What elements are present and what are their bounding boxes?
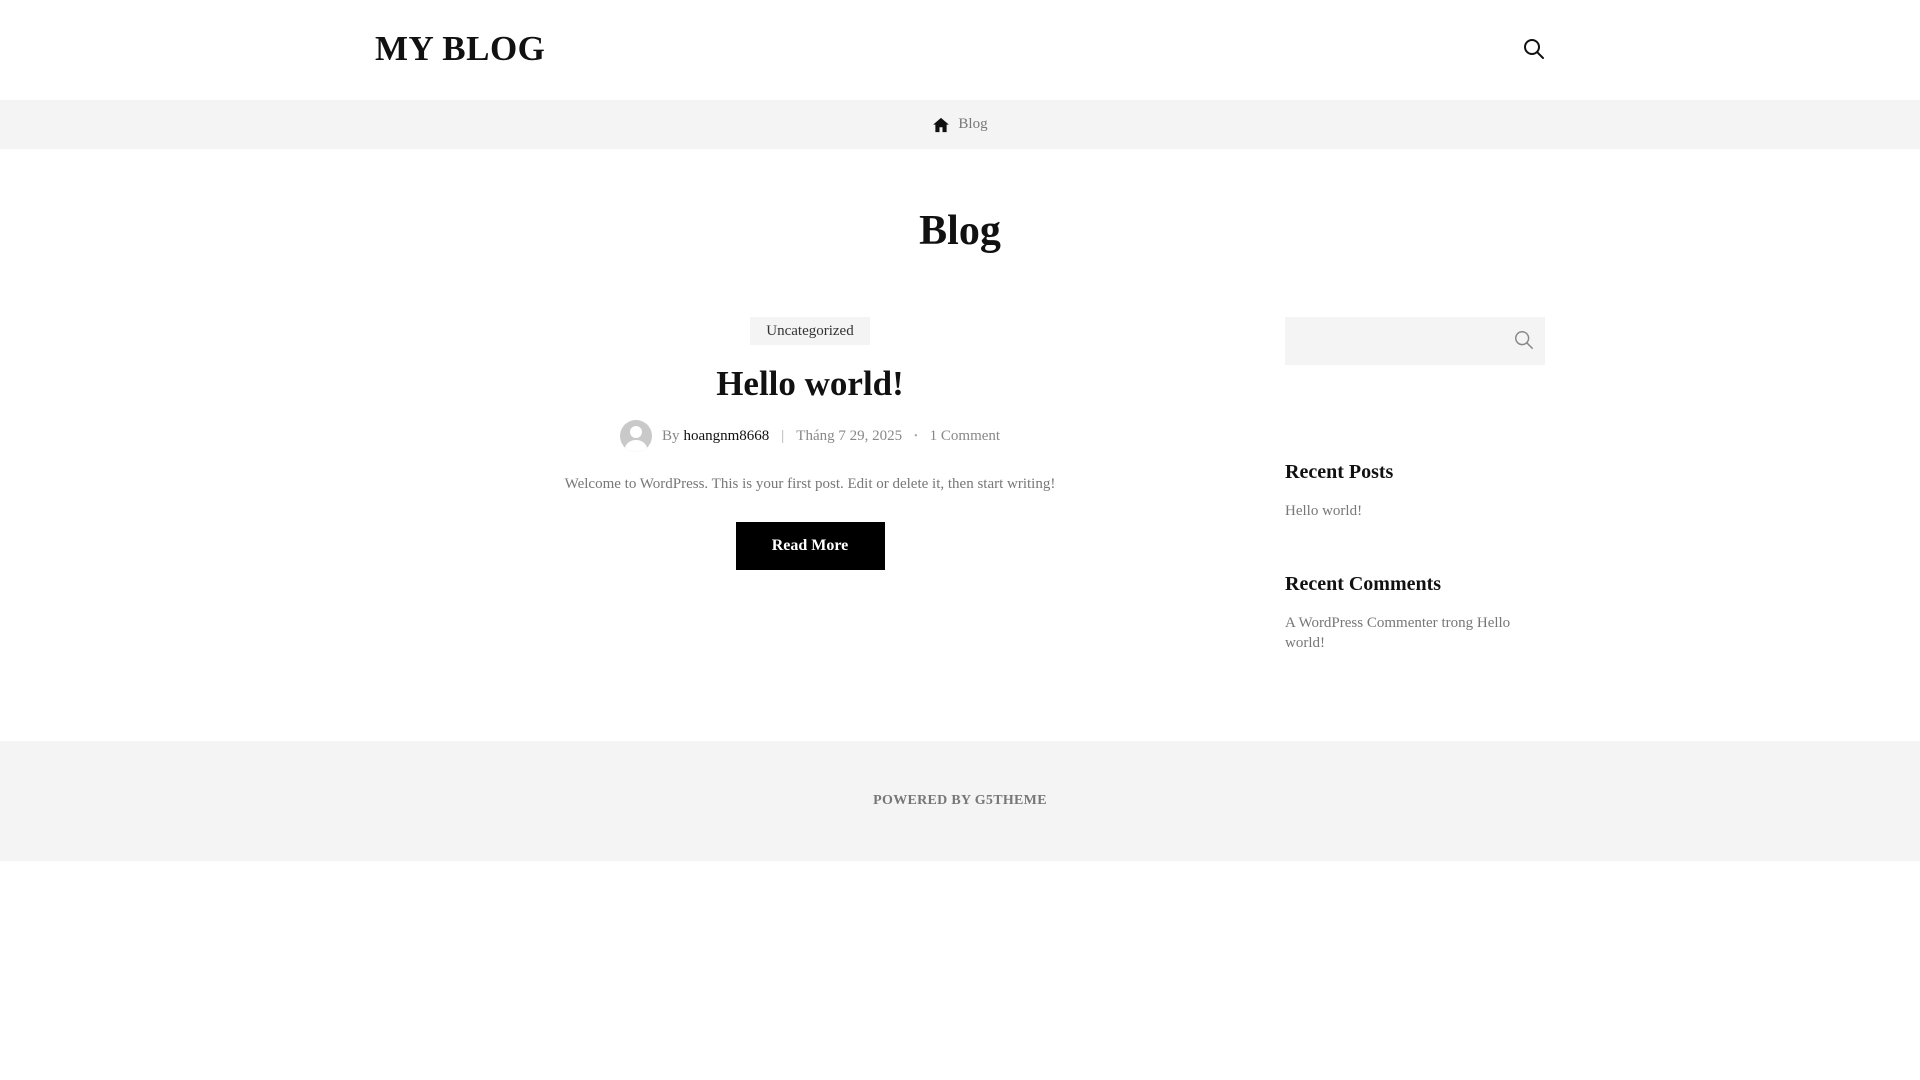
page-title: Blog bbox=[919, 208, 1001, 254]
meta-by-label: By bbox=[661, 427, 680, 444]
avatar bbox=[619, 420, 652, 452]
search-icon[interactable] bbox=[1522, 37, 1546, 61]
meta-separator: | bbox=[781, 427, 785, 444]
recent-posts-title: Recent Posts bbox=[1285, 461, 1394, 483]
post-title[interactable]: Hello world! bbox=[520, 363, 1100, 405]
site-header: MY BLOG bbox=[0, 0, 1920, 100]
search-icon[interactable] bbox=[1513, 329, 1535, 351]
post-card: Uncategorized Hello world! By hoangnm866… bbox=[520, 317, 1100, 570]
comment-author-link[interactable]: A WordPress Commenter bbox=[1285, 615, 1438, 631]
recent-post-link[interactable]: Hello world! bbox=[1285, 501, 1545, 521]
breadcrumb-bar: Blog bbox=[0, 100, 1920, 149]
site-footer: POWERED BY G5THEME bbox=[0, 741, 1920, 861]
search-input[interactable] bbox=[1285, 317, 1545, 365]
sidebar-search bbox=[1285, 317, 1545, 365]
sidebar: Recent Posts Hello world! Recent Comment… bbox=[1285, 317, 1545, 653]
comment-connector: trong bbox=[1441, 615, 1474, 631]
recent-comments-title: Recent Comments bbox=[1285, 573, 1442, 595]
post-category[interactable]: Uncategorized bbox=[750, 317, 870, 345]
post-author-link[interactable]: hoangnm8668 bbox=[683, 428, 769, 445]
recent-comment-item: A WordPress Commenter trong Hello world! bbox=[1285, 613, 1545, 653]
post-meta: By hoangnm8668 | Tháng 7 29, 2025 • 1 Co… bbox=[520, 419, 1100, 453]
meta-dot: • bbox=[914, 430, 918, 442]
post-excerpt: Welcome to WordPress. This is your first… bbox=[564, 476, 1056, 492]
home-icon[interactable] bbox=[932, 116, 950, 134]
post-comments-link[interactable]: 1 Comment bbox=[930, 428, 1000, 445]
site-logo[interactable]: MY BLOG bbox=[375, 28, 545, 70]
breadcrumb: Blog bbox=[0, 100, 1920, 149]
post-date: Tháng 7 29, 2025 bbox=[796, 427, 903, 444]
breadcrumb-current: Blog bbox=[958, 116, 988, 132]
read-more-button[interactable]: Read More bbox=[735, 522, 885, 570]
footer-credit: POWERED BY G5THEME bbox=[873, 793, 1047, 808]
